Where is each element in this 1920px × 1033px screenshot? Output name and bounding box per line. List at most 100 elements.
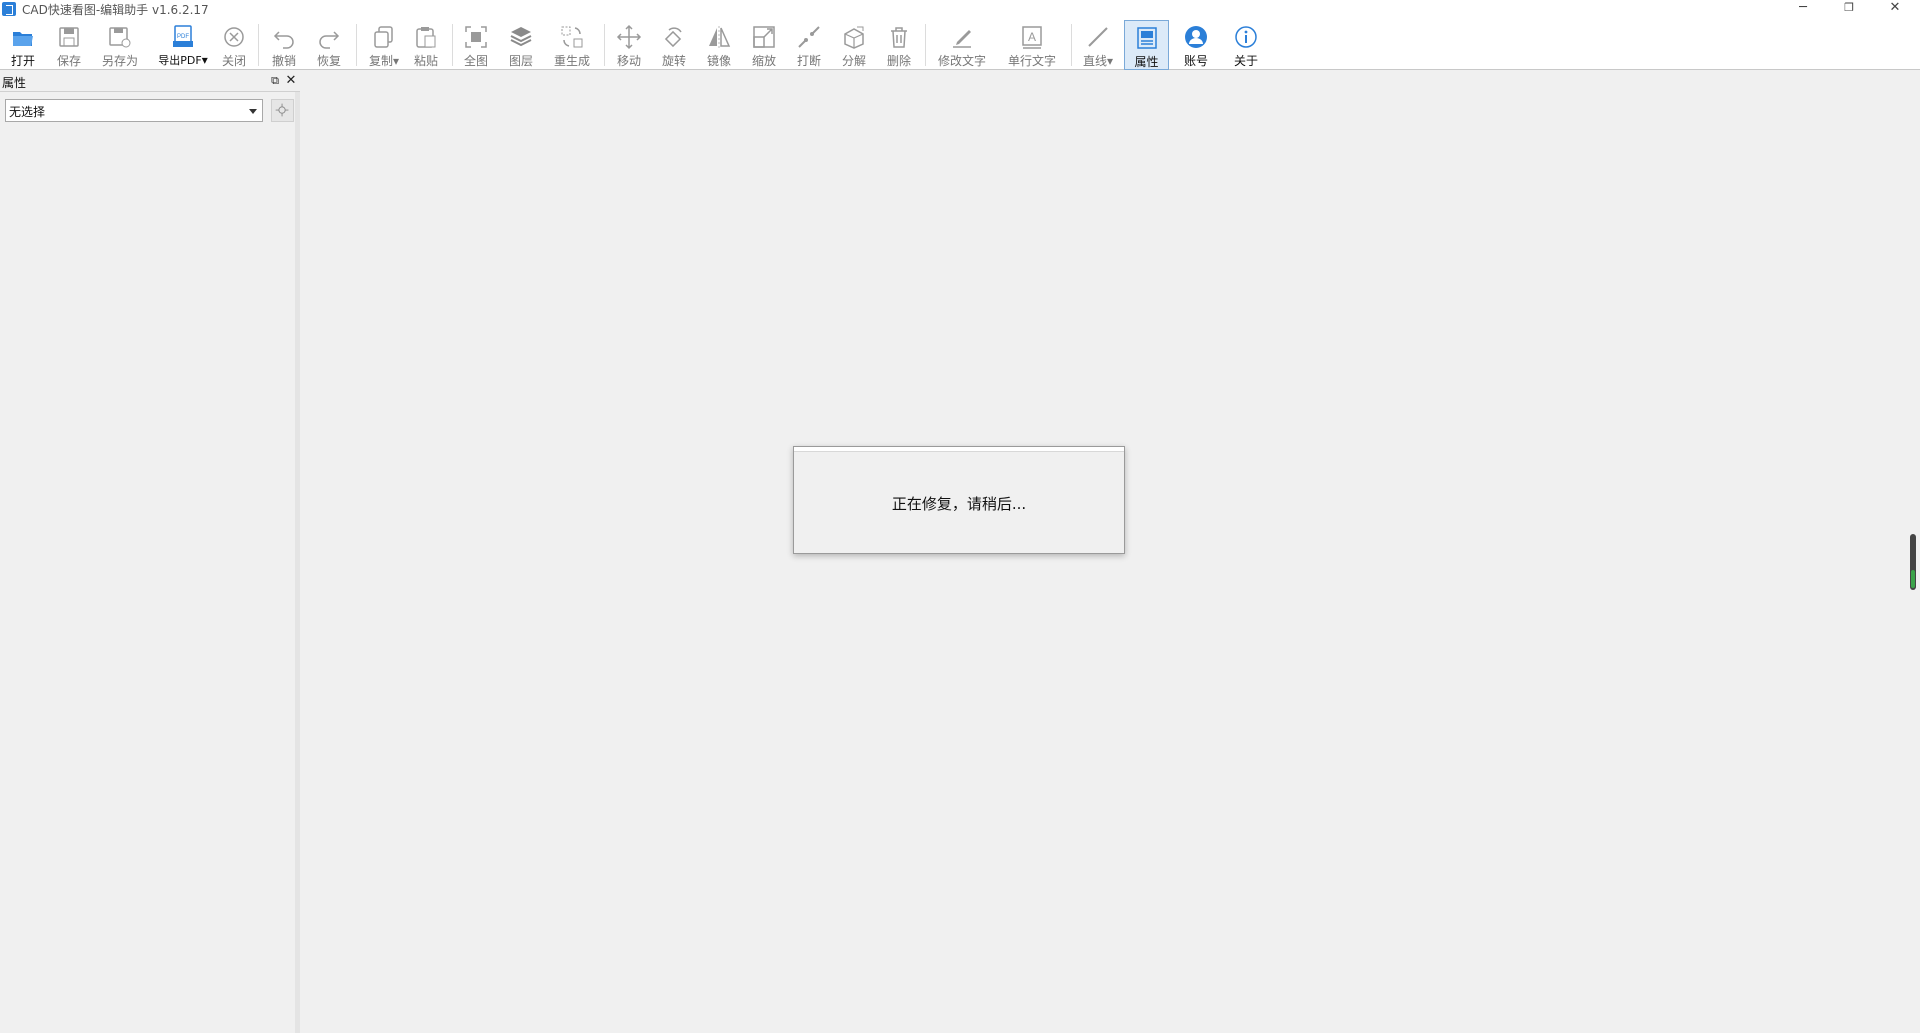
about-button[interactable]: 关于 — [1230, 20, 1262, 70]
close-window-button[interactable]: ✕ — [1872, 0, 1918, 18]
rotate-label: 旋转 — [661, 54, 686, 68]
export-pdf-dropdown-icon: ▾ — [201, 53, 208, 67]
rotate-button[interactable]: 旋转 — [658, 20, 690, 70]
copy-dropdown-icon: ▾ — [392, 54, 400, 68]
explode-button[interactable]: 分解 — [838, 20, 870, 70]
close-file-label: 关闭 — [221, 54, 246, 68]
chevron-down-icon — [249, 109, 257, 114]
regenerate-button[interactable]: 重生成 — [550, 20, 594, 70]
edit-text-icon — [953, 30, 971, 48]
open-button[interactable]: 打开 — [4, 20, 42, 70]
window-title: CAD快速看图-编辑助手 v1.6.2.17 — [22, 3, 209, 17]
fit-view-button[interactable]: 全图 — [460, 20, 492, 70]
save-as-button[interactable]: 另存为 — [96, 20, 144, 70]
properties-icon — [1136, 27, 1157, 49]
layers-label: 图层 — [508, 54, 533, 68]
undo-button[interactable]: 撤销 — [268, 20, 300, 70]
export-pdf-button[interactable]: PDF 导出PDF▾ — [155, 20, 211, 70]
properties-label: 属性 — [1134, 55, 1159, 69]
save-label: 保存 — [56, 54, 81, 68]
selection-dropdown[interactable]: 无选择 — [5, 99, 263, 122]
break-label: 打断 — [796, 54, 821, 68]
toolbar-separator — [604, 24, 605, 66]
properties-toggle-button[interactable]: 属性 — [1124, 20, 1169, 70]
panel-title: 属性 — [2, 76, 27, 90]
regenerate-label: 重生成 — [553, 54, 590, 68]
delete-icon — [891, 27, 907, 48]
layers-icon — [510, 27, 532, 47]
dialog-message: 正在修复，请稍后... — [891, 495, 1027, 513]
account-label: 账号 — [1183, 54, 1208, 68]
about-icon — [1235, 26, 1257, 48]
toolbar-separator — [925, 24, 926, 66]
redo-label: 恢复 — [316, 54, 341, 68]
account-icon — [1185, 26, 1207, 48]
toolbar-separator — [356, 24, 357, 66]
explode-icon — [844, 26, 864, 49]
move-label: 移动 — [616, 54, 641, 68]
panel-close-icon[interactable]: ✕ — [284, 74, 298, 88]
mirror-icon — [709, 26, 731, 48]
save-button[interactable]: 保存 — [50, 20, 88, 70]
title-bar: CAD快速看图-编辑助手 v1.6.2.17 ─ ❐ ✕ — [0, 0, 1920, 18]
restore-button[interactable]: ❐ — [1826, 0, 1872, 18]
redo-icon — [319, 31, 340, 49]
single-line-text-button[interactable]: A 单行文字 — [1000, 20, 1064, 70]
mirror-button[interactable]: 镜像 — [703, 20, 735, 70]
copy-label: 复制▾ — [364, 52, 404, 69]
svg-text:A: A — [1028, 30, 1036, 44]
move-button[interactable]: 移动 — [613, 20, 645, 70]
pdf-export-icon: PDF — [173, 25, 193, 47]
scale-button[interactable]: 缩放 — [748, 20, 780, 70]
paste-button[interactable]: 粘贴 — [410, 20, 442, 70]
redo-button[interactable]: 恢复 — [313, 20, 345, 70]
rotate-icon — [664, 27, 682, 48]
floating-scroll-handle[interactable] — [1910, 534, 1916, 590]
save-icon — [59, 27, 79, 47]
scale-label: 缩放 — [751, 54, 776, 68]
line-button[interactable]: 直线▾ — [1078, 20, 1118, 70]
edit-text-label: 修改文字 — [937, 54, 986, 68]
toolbar-separator — [452, 24, 453, 66]
svg-text:PDF: PDF — [177, 34, 189, 40]
single-line-text-label: 单行文字 — [1007, 54, 1056, 68]
open-label: 打开 — [10, 54, 35, 68]
repair-progress-dialog: 正在修复，请稍后... — [793, 446, 1125, 554]
properties-panel: 属性 ⧉ ✕ 无选择 — [0, 72, 300, 1033]
explode-label: 分解 — [841, 54, 866, 68]
minimize-button[interactable]: ─ — [1780, 0, 1826, 18]
close-file-button[interactable]: 关闭 — [218, 20, 250, 70]
toolbar: 打开 保存 另存为 PDF 导出PDF▾ 关闭 撤销 恢复 复制▾ 粘贴 全图 … — [0, 18, 1920, 70]
about-label: 关于 — [1233, 54, 1258, 68]
open-folder-icon — [13, 32, 33, 46]
fit-view-label: 全图 — [463, 54, 488, 68]
crosshair-icon — [275, 103, 289, 117]
export-pdf-label: 导出PDF▾ — [155, 52, 211, 68]
layers-button[interactable]: 图层 — [505, 20, 537, 70]
paste-label: 粘贴 — [413, 54, 438, 68]
account-button[interactable]: 账号 — [1180, 20, 1212, 70]
copy-icon — [374, 26, 393, 48]
fit-view-icon — [465, 26, 487, 48]
selection-value: 无选择 — [9, 105, 46, 119]
save-as-icon — [109, 27, 131, 48]
save-as-label: 另存为 — [101, 54, 138, 68]
edit-text-button[interactable]: 修改文字 — [932, 20, 992, 70]
line-text: 直线 — [1082, 54, 1107, 68]
line-icon — [1088, 27, 1108, 47]
undo-icon — [273, 31, 294, 49]
delete-button[interactable]: 删除 — [883, 20, 915, 70]
toolbar-separator — [1071, 24, 1072, 66]
export-pdf-text: 导出PDF — [158, 54, 202, 67]
scale-icon — [753, 26, 775, 48]
delete-label: 删除 — [886, 54, 911, 68]
copy-button[interactable]: 复制▾ — [364, 20, 404, 70]
move-icon — [616, 24, 642, 50]
regenerate-icon — [561, 26, 583, 48]
break-button[interactable]: 打断 — [793, 20, 825, 70]
pick-object-button[interactable] — [271, 99, 294, 122]
toolbar-separator — [258, 24, 259, 66]
line-dropdown-icon: ▾ — [1106, 54, 1114, 68]
close-circle-icon — [224, 27, 244, 47]
panel-float-icon[interactable]: ⧉ — [268, 74, 282, 88]
